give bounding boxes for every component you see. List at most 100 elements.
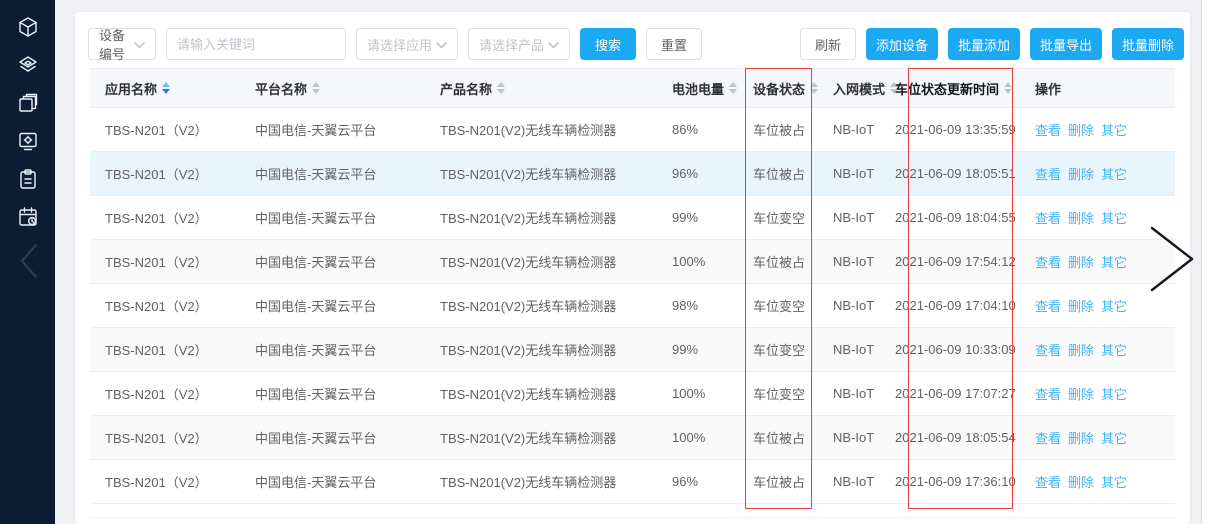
cell-operations: 查看 删除 其它 (1035, 120, 1175, 139)
view-link[interactable]: 查看 (1035, 296, 1061, 315)
cell-network-mode: NB-IoT (833, 386, 895, 401)
sort-icon[interactable] (1004, 82, 1012, 94)
cell-status-update-time: 2021-06-09 10:33:09 (895, 342, 1035, 357)
sort-icon[interactable] (810, 82, 818, 94)
batch-export-button[interactable]: 批量导出 (1030, 28, 1102, 60)
cell-device-status: 车位变空 (753, 384, 833, 403)
cell-app-name: TBS-N201（V2） (105, 428, 255, 447)
device-table: 应用名称 平台名称 产品名称 电池电量 设备状态 入网模式 (90, 68, 1175, 518)
view-link[interactable]: 查看 (1035, 208, 1061, 227)
delete-link[interactable]: 删除 (1068, 252, 1094, 271)
refresh-button[interactable]: 刷新 (800, 28, 856, 60)
cell-platform-name: 中国电信-天翼云平台 (255, 296, 440, 315)
column-header-app[interactable]: 应用名称 (105, 79, 255, 98)
product-select[interactable]: 请选择产品 (468, 28, 570, 60)
other-link[interactable]: 其它 (1101, 384, 1127, 403)
view-link[interactable]: 查看 (1035, 384, 1061, 403)
delete-link[interactable]: 删除 (1068, 472, 1094, 491)
keyword-input[interactable] (166, 28, 346, 60)
delete-link[interactable]: 删除 (1068, 428, 1094, 447)
cell-status-update-time: 2021-06-09 17:07:27 (895, 386, 1035, 401)
app-select[interactable]: 请选择应用 (356, 28, 458, 60)
search-button[interactable]: 搜索 (580, 28, 636, 60)
sort-icon[interactable] (729, 82, 737, 94)
other-link[interactable]: 其它 (1101, 296, 1127, 315)
next-page-arrow-icon[interactable] (1146, 222, 1198, 299)
other-link[interactable]: 其它 (1101, 472, 1127, 491)
cell-app-name: TBS-N201（V2） (105, 120, 255, 139)
view-link[interactable]: 查看 (1035, 164, 1061, 183)
table-row[interactable]: TBS-N201（V2） 中国电信-天翼云平台 TBS-N201(V2)无线车辆… (90, 108, 1175, 152)
cell-platform-name: 中国电信-天翼云平台 (255, 252, 440, 271)
sort-icon[interactable] (312, 82, 320, 94)
device-list-panel: 设备编号 请选择应用 请选择产品 搜索 重置 刷新 添加设备 批量添加 批量导出… (75, 12, 1190, 524)
delete-link[interactable]: 删除 (1068, 120, 1094, 139)
product-select-placeholder: 请选择产品 (479, 35, 544, 54)
cell-network-mode: NB-IoT (833, 430, 895, 445)
calendar-clock-icon[interactable] (15, 204, 41, 230)
chevron-down-icon (134, 37, 145, 52)
cell-device-status: 车位被占 (753, 164, 833, 183)
monitor-gear-icon[interactable] (15, 128, 41, 154)
cell-app-name: TBS-N201（V2） (105, 296, 255, 315)
batch-delete-button[interactable]: 批量删除 (1112, 28, 1184, 60)
other-link[interactable]: 其它 (1101, 120, 1127, 139)
layers-icon[interactable] (15, 52, 41, 78)
sort-icon[interactable] (497, 82, 505, 94)
column-header-product[interactable]: 产品名称 (440, 79, 672, 98)
other-link[interactable]: 其它 (1101, 164, 1127, 183)
column-header-platform[interactable]: 平台名称 (255, 79, 440, 98)
reset-button[interactable]: 重置 (646, 28, 702, 60)
view-link[interactable]: 查看 (1035, 428, 1061, 447)
view-link[interactable]: 查看 (1035, 120, 1061, 139)
cell-network-mode: NB-IoT (833, 210, 895, 225)
cell-operations: 查看 删除 其它 (1035, 164, 1175, 183)
cell-product-name: TBS-N201(V2)无线车辆检测器 (440, 384, 672, 403)
cell-platform-name: 中国电信-天翼云平台 (255, 384, 440, 403)
clipboard-icon[interactable] (15, 166, 41, 192)
cell-network-mode: NB-IoT (833, 254, 895, 269)
other-link[interactable]: 其它 (1101, 252, 1127, 271)
cell-battery-level: 100% (672, 254, 753, 269)
search-field-select[interactable]: 设备编号 (88, 28, 156, 60)
copies-icon[interactable] (15, 90, 41, 116)
delete-link[interactable]: 删除 (1068, 340, 1094, 359)
cube-icon[interactable] (15, 14, 41, 40)
cell-product-name: TBS-N201(V2)无线车辆检测器 (440, 252, 672, 271)
table-row[interactable]: TBS-N201（V2） 中国电信-天翼云平台 TBS-N201(V2)无线车辆… (90, 152, 1175, 196)
column-header-status[interactable]: 设备状态 (753, 79, 833, 98)
table-row[interactable]: TBS-N201（V2） 中国电信-天翼云平台 TBS-N201(V2)无线车辆… (90, 196, 1175, 240)
batch-add-button[interactable]: 批量添加 (948, 28, 1020, 60)
collapse-sidebar-icon[interactable] (15, 248, 41, 274)
other-link[interactable]: 其它 (1101, 340, 1127, 359)
cell-product-name: TBS-N201(V2)无线车辆检测器 (440, 164, 672, 183)
table-row[interactable]: TBS-N201（V2） 中国电信-天翼云平台 TBS-N201(V2)无线车辆… (90, 284, 1175, 328)
table-row[interactable]: TBS-N201（V2） 中国电信-天翼云平台 TBS-N201(V2)无线车辆… (90, 416, 1175, 460)
delete-link[interactable]: 删除 (1068, 164, 1094, 183)
delete-link[interactable]: 删除 (1068, 296, 1094, 315)
table-row[interactable]: TBS-N201（V2） 中国电信-天翼云平台 TBS-N201(V2)无线车辆… (90, 328, 1175, 372)
view-link[interactable]: 查看 (1035, 472, 1061, 491)
column-header-battery[interactable]: 电池电量 (672, 79, 753, 98)
filter-bar: 设备编号 请选择应用 请选择产品 搜索 重置 (88, 28, 702, 60)
other-link[interactable]: 其它 (1101, 428, 1127, 447)
sort-icon[interactable] (162, 82, 170, 94)
cell-app-name: TBS-N201（V2） (105, 340, 255, 359)
table-row[interactable]: TBS-N201（V2） 中国电信-天翼云平台 TBS-N201(V2)无线车辆… (90, 240, 1175, 284)
delete-link[interactable]: 删除 (1068, 384, 1094, 403)
cell-platform-name: 中国电信-天翼云平台 (255, 428, 440, 447)
column-header-time[interactable]: 车位状态更新时间 (895, 79, 1035, 98)
table-row[interactable]: TBS-N201（V2） 中国电信-天翼云平台 TBS-N201(V2)无线车辆… (90, 372, 1175, 416)
view-link[interactable]: 查看 (1035, 252, 1061, 271)
table-header-row: 应用名称 平台名称 产品名称 电池电量 设备状态 入网模式 (90, 68, 1175, 108)
view-link[interactable]: 查看 (1035, 340, 1061, 359)
add-device-button[interactable]: 添加设备 (866, 28, 938, 60)
cell-status-update-time: 2021-06-09 17:36:10 (895, 474, 1035, 489)
other-link[interactable]: 其它 (1101, 208, 1127, 227)
column-header-mode[interactable]: 入网模式 (833, 79, 895, 98)
chevron-down-icon (548, 37, 559, 52)
delete-link[interactable]: 删除 (1068, 208, 1094, 227)
table-row[interactable]: TBS-N201（V2） 中国电信-天翼云平台 TBS-N201(V2)无线车辆… (90, 460, 1175, 504)
cell-device-status: 车位变空 (753, 296, 833, 315)
cell-product-name: TBS-N201(V2)无线车辆检测器 (440, 120, 672, 139)
